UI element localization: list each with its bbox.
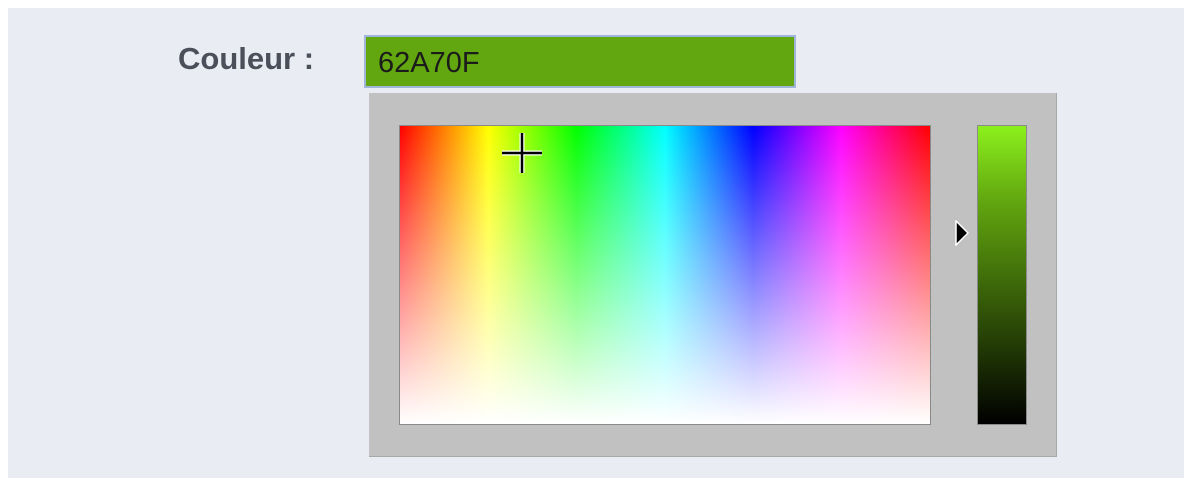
color-hex-input[interactable]: 62A70F (364, 35, 796, 88)
brightness-slider-track[interactable] (977, 125, 1027, 425)
hue-saturation-area[interactable] (399, 125, 931, 425)
crosshair-icon[interactable] (500, 131, 544, 175)
color-label: Couleur : (178, 41, 315, 76)
triangle-right-icon[interactable] (955, 220, 969, 246)
color-hex-value: 62A70F (378, 47, 480, 79)
